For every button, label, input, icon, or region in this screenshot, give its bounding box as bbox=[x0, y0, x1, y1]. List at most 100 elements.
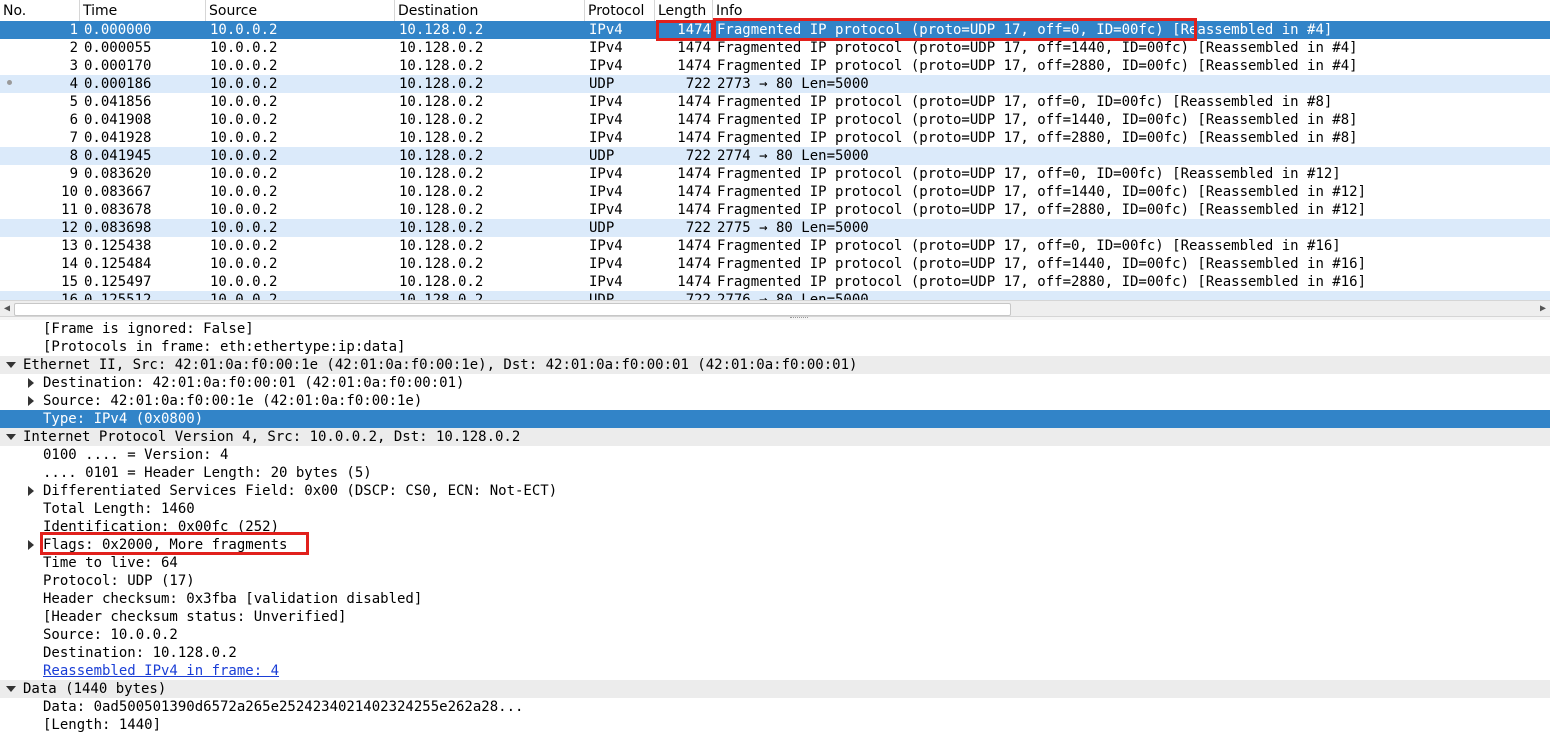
packet-row[interactable]: 9 0.083620 10.0.0.2 10.128.0.2 IPv4 1474… bbox=[0, 165, 1550, 183]
packet-length: 1474 bbox=[677, 274, 711, 290]
detail-text: Destination: 10.128.0.2 bbox=[43, 645, 237, 661]
detail-ethernet[interactable]: Ethernet II, Src: 42:01:0a:f0:00:1e (42:… bbox=[0, 356, 1550, 374]
detail-reassembled[interactable]: Reassembled IPv4 in frame: 4 bbox=[0, 662, 1550, 680]
packet-row[interactable]: 16 0.125512 10.0.0.2 10.128.0.2 UDP 722 … bbox=[0, 291, 1550, 300]
packet-row[interactable]: 3 0.000170 10.0.0.2 10.128.0.2 IPv4 1474… bbox=[0, 57, 1550, 75]
collapsed-triangle-icon[interactable] bbox=[28, 486, 34, 496]
detail-header-length[interactable]: .... 0101 = Header Length: 20 bytes (5) bbox=[0, 464, 1550, 482]
detail-flags[interactable]: Flags: 0x2000, More fragments bbox=[0, 536, 1550, 554]
detail-eth-source[interactable]: Source: 42:01:0a:f0:00:1e (42:01:0a:f0:0… bbox=[0, 392, 1550, 410]
packet-row[interactable]: 5 0.041856 10.0.0.2 10.128.0.2 IPv4 1474… bbox=[0, 93, 1550, 111]
packet-source: 10.0.0.2 bbox=[210, 148, 278, 164]
packet-length: 1474 bbox=[677, 40, 711, 56]
packet-destination: 10.128.0.2 bbox=[399, 184, 484, 200]
packet-row[interactable]: 4 0.000186 10.0.0.2 10.128.0.2 UDP 722 2… bbox=[0, 75, 1550, 93]
detail-version[interactable]: 0100 .... = Version: 4 bbox=[0, 446, 1550, 464]
packet-list-header: No. Time Source Destination Protocol Len… bbox=[0, 0, 1550, 22]
column-header-source[interactable]: Source bbox=[206, 0, 395, 21]
column-header-destination[interactable]: Destination bbox=[395, 0, 585, 21]
expanded-triangle-icon[interactable] bbox=[6, 434, 16, 440]
packet-length: 1474 bbox=[677, 166, 711, 182]
packet-row[interactable]: 2 0.000055 10.0.0.2 10.128.0.2 IPv4 1474… bbox=[0, 39, 1550, 57]
packet-row[interactable]: 10 0.083667 10.0.0.2 10.128.0.2 IPv4 147… bbox=[0, 183, 1550, 201]
packet-length: 1474 bbox=[677, 184, 711, 200]
detail-eth-type[interactable]: Type: IPv4 (0x0800) bbox=[0, 410, 1550, 428]
packet-time: 0.083667 bbox=[84, 184, 152, 200]
detail-total-length[interactable]: Total Length: 1460 bbox=[0, 500, 1550, 518]
packet-length: 1474 bbox=[677, 112, 711, 128]
packet-row[interactable]: 11 0.083678 10.0.0.2 10.128.0.2 IPv4 147… bbox=[0, 201, 1550, 219]
packet-info: 2774 → 80 Len=5000 bbox=[717, 148, 869, 164]
reassembled-frame-link[interactable]: Reassembled IPv4 in frame: 4 bbox=[43, 662, 279, 680]
detail-frame-ignored[interactable]: [Frame is ignored: False] bbox=[0, 320, 1550, 338]
detail-dsfield[interactable]: Differentiated Services Field: 0x00 (DSC… bbox=[0, 482, 1550, 500]
detail-text: Time to live: 64 bbox=[43, 555, 178, 571]
packet-row[interactable]: 12 0.083698 10.0.0.2 10.128.0.2 UDP 722 … bbox=[0, 219, 1550, 237]
packet-list[interactable]: No. Time Source Destination Protocol Len… bbox=[0, 0, 1550, 318]
packet-no: 3 bbox=[69, 58, 78, 74]
detail-ip-source[interactable]: Source: 10.0.0.2 bbox=[0, 626, 1550, 644]
packet-no: 11 bbox=[61, 202, 78, 218]
packet-row[interactable]: 14 0.125484 10.0.0.2 10.128.0.2 IPv4 147… bbox=[0, 255, 1550, 273]
column-header-length[interactable]: Length bbox=[655, 0, 713, 21]
detail-data-length[interactable]: [Length: 1440] bbox=[0, 716, 1550, 734]
packet-no: 16 bbox=[61, 292, 78, 300]
packet-source: 10.0.0.2 bbox=[210, 256, 278, 272]
scrollbar-thumb[interactable] bbox=[14, 303, 1011, 316]
detail-text: Source: 10.0.0.2 bbox=[43, 627, 178, 643]
detail-ip-destination[interactable]: Destination: 10.128.0.2 bbox=[0, 644, 1550, 662]
packet-no: 6 bbox=[69, 112, 78, 128]
packet-row[interactable]: 13 0.125438 10.0.0.2 10.128.0.2 IPv4 147… bbox=[0, 237, 1550, 255]
packet-destination: 10.128.0.2 bbox=[399, 238, 484, 254]
packet-time: 0.125438 bbox=[84, 238, 152, 254]
column-header-protocol[interactable]: Protocol bbox=[585, 0, 655, 21]
column-header-info[interactable]: Info bbox=[713, 0, 1550, 21]
expanded-triangle-icon[interactable] bbox=[6, 362, 16, 368]
collapsed-triangle-icon[interactable] bbox=[28, 540, 34, 550]
column-header-no[interactable]: No. bbox=[0, 0, 80, 21]
packet-protocol: IPv4 bbox=[589, 184, 623, 200]
collapsed-triangle-icon[interactable] bbox=[28, 396, 34, 406]
packet-row[interactable]: 7 0.041928 10.0.0.2 10.128.0.2 IPv4 1474… bbox=[0, 129, 1550, 147]
expanded-triangle-icon[interactable] bbox=[6, 686, 16, 692]
detail-text: Ethernet II, Src: 42:01:0a:f0:00:1e (42:… bbox=[23, 357, 858, 373]
detail-ipv4[interactable]: Internet Protocol Version 4, Src: 10.0.0… bbox=[0, 428, 1550, 446]
packet-row[interactable]: 8 0.041945 10.0.0.2 10.128.0.2 UDP 722 2… bbox=[0, 147, 1550, 165]
detail-protocol[interactable]: Protocol: UDP (17) bbox=[0, 572, 1550, 590]
detail-text: Data (1440 bytes) bbox=[23, 681, 167, 697]
detail-ttl[interactable]: Time to live: 64 bbox=[0, 554, 1550, 572]
packet-row[interactable]: 6 0.041908 10.0.0.2 10.128.0.2 IPv4 1474… bbox=[0, 111, 1550, 129]
column-header-time[interactable]: Time bbox=[80, 0, 206, 21]
detail-text: Differentiated Services Field: 0x00 (DSC… bbox=[43, 483, 558, 499]
detail-text: Data: 0ad500501390d6572a265e252423402140… bbox=[43, 699, 524, 715]
packet-time: 0.000186 bbox=[84, 76, 152, 92]
packet-row[interactable]: 1 0.000000 10.0.0.2 10.128.0.2 IPv4 1474… bbox=[0, 21, 1550, 39]
packet-no: 10 bbox=[61, 184, 78, 200]
detail-protocols-in-frame[interactable]: [Protocols in frame: eth:ethertype:ip:da… bbox=[0, 338, 1550, 356]
packet-length: 722 bbox=[685, 76, 711, 92]
packet-source: 10.0.0.2 bbox=[210, 274, 278, 290]
collapsed-triangle-icon[interactable] bbox=[28, 378, 34, 388]
detail-data[interactable]: Data (1440 bytes) bbox=[0, 680, 1550, 698]
packet-no: 13 bbox=[61, 238, 78, 254]
detail-text: [Protocols in frame: eth:ethertype:ip:da… bbox=[43, 339, 406, 355]
detail-data-value[interactable]: Data: 0ad500501390d6572a265e252423402140… bbox=[0, 698, 1550, 716]
detail-checksum-status[interactable]: [Header checksum status: Unverified] bbox=[0, 608, 1550, 626]
packet-protocol: IPv4 bbox=[589, 166, 623, 182]
packet-time: 0.125497 bbox=[84, 274, 152, 290]
horizontal-scrollbar[interactable]: ◀ ▶ bbox=[0, 300, 1550, 317]
packet-time: 0.125512 bbox=[84, 292, 152, 300]
packet-length: 722 bbox=[685, 292, 711, 300]
packet-source: 10.0.0.2 bbox=[210, 166, 278, 182]
packet-row[interactable]: 15 0.125497 10.0.0.2 10.128.0.2 IPv4 147… bbox=[0, 273, 1550, 291]
scroll-left-icon[interactable]: ◀ bbox=[0, 302, 14, 316]
detail-identification[interactable]: Identification: 0x00fc (252) bbox=[0, 518, 1550, 536]
scroll-right-icon[interactable]: ▶ bbox=[1536, 302, 1550, 316]
packet-destination: 10.128.0.2 bbox=[399, 112, 484, 128]
packet-info: Fragmented IP protocol (proto=UDP 17, of… bbox=[717, 202, 1367, 218]
packet-destination: 10.128.0.2 bbox=[399, 94, 484, 110]
packet-details-tree[interactable]: [Frame is ignored: False] [Protocols in … bbox=[0, 320, 1550, 751]
detail-eth-destination[interactable]: Destination: 42:01:0a:f0:00:01 (42:01:0a… bbox=[0, 374, 1550, 392]
detail-checksum[interactable]: Header checksum: 0x3fba [validation disa… bbox=[0, 590, 1550, 608]
packet-info: Fragmented IP protocol (proto=UDP 17, of… bbox=[717, 238, 1341, 254]
